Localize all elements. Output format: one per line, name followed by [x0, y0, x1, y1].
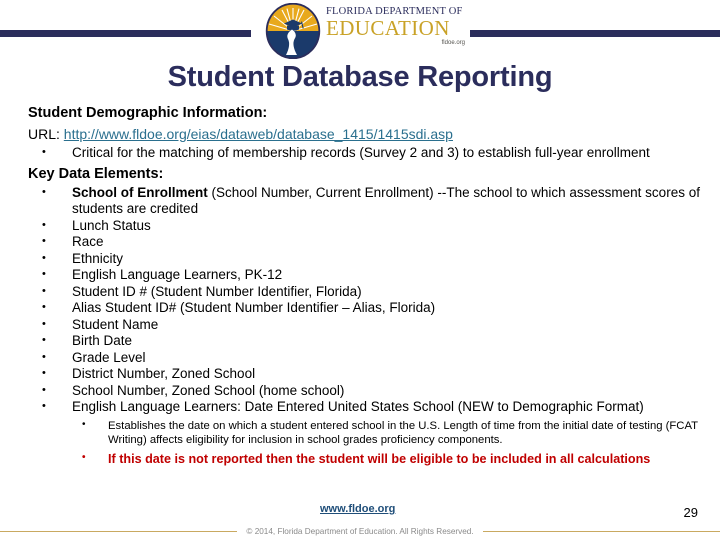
list-item-rest: Alias Student ID# (Student Number Identi…: [72, 300, 436, 315]
list-item-rest: School Number, Zoned School (home school…: [72, 382, 345, 398]
sub-list-item-emphasis: If this date is not reported then the st…: [28, 450, 700, 467]
sub-list-item-text: Establishes the date on which a student …: [108, 419, 698, 447]
list-item: Ethnicity: [28, 250, 700, 268]
list-item-rest: Student ID # (Student Number Identifier,…: [72, 283, 362, 299]
list-item: Race: [28, 233, 700, 251]
copyright-text: © 2014, Florida Department of Education.…: [246, 526, 474, 536]
list-item-rest: Birth Date: [72, 333, 133, 348]
fldoe-logo: FLORIDA DEPARTMENT OF EDUCATION fldoe.or…: [264, 2, 469, 60]
list-item: Student Name: [28, 316, 700, 334]
sub-bullets-list: Establishes the date on which a student …: [28, 418, 700, 467]
slide-body: Student Demographic Information: URL: ht…: [28, 104, 700, 467]
list-item: Student ID # (Student Number Identifier,…: [28, 283, 700, 301]
page-title: Student Database Reporting: [167, 61, 553, 93]
logo-line-site: fldoe.org: [441, 40, 465, 46]
list-item: English Language Learners, PK-12: [28, 266, 700, 284]
sub-list-item: Establishes the date on which a student …: [28, 418, 700, 448]
list-item: School Number, Zoned School (home school…: [28, 382, 700, 400]
fldoe-seal-icon: [264, 2, 322, 60]
list-item-rest: English Language Learners: Date Entered …: [72, 399, 644, 414]
copyright-rule-right: [482, 530, 720, 532]
list-item-rest: Student Name: [72, 316, 159, 332]
sdi-url-link[interactable]: http://www.fldoe.org/eias/dataweb/databa…: [64, 126, 453, 142]
url-label: URL:: [28, 126, 60, 142]
list-item: Birth Date: [28, 332, 700, 350]
key-data-heading: Key Data Elements:: [28, 165, 164, 182]
header-rule-left: [0, 30, 251, 37]
list-item-rest: Grade Level: [72, 349, 146, 365]
list-item: English Language Learners: Date Entered …: [28, 398, 700, 416]
sub-list-item-text: If this date is not reported then the st…: [108, 451, 651, 466]
slide-header: FLORIDA DEPARTMENT OF EDUCATION fldoe.or…: [0, 0, 720, 60]
intro-bullet-text: Critical for the matching of membership …: [72, 145, 650, 160]
list-item-rest: District Number, Zoned School: [72, 366, 256, 381]
key-elements-list: School of Enrollment (School Number, Cur…: [28, 184, 700, 416]
list-item: School of Enrollment (School Number, Cur…: [28, 184, 700, 218]
copyright-bar: © 2014, Florida Department of Education.…: [0, 524, 720, 538]
logo-line-education: EDUCATION: [326, 16, 450, 40]
list-item: District Number, Zoned School: [28, 365, 700, 383]
fldoe-wordmark: FLORIDA DEPARTMENT OF EDUCATION fldoe.or…: [326, 6, 468, 47]
fldoe-site-link[interactable]: www.fldoe.org: [320, 503, 395, 515]
list-item-rest: Lunch Status: [72, 217, 151, 233]
copyright-rule-left: [0, 530, 238, 532]
intro-bullet: Critical for the matching of membership …: [28, 144, 700, 162]
list-item: Lunch Status: [28, 217, 700, 235]
list-item-rest: English Language Learners, PK-12: [72, 267, 283, 282]
list-item-rest: Ethnicity: [72, 250, 124, 266]
list-item-rest: Race: [72, 234, 104, 249]
section-heading: Student Demographic Information:: [28, 105, 268, 121]
url-line: URL: http://www.fldoe.org/eias/dataweb/d…: [28, 124, 700, 144]
list-item: Alias Student ID# (Student Number Identi…: [28, 299, 700, 317]
list-item: Grade Level: [28, 349, 700, 367]
header-rule-right: [470, 30, 720, 37]
list-item-lead: School of Enrollment: [72, 184, 208, 200]
page-number: 29: [683, 505, 698, 520]
